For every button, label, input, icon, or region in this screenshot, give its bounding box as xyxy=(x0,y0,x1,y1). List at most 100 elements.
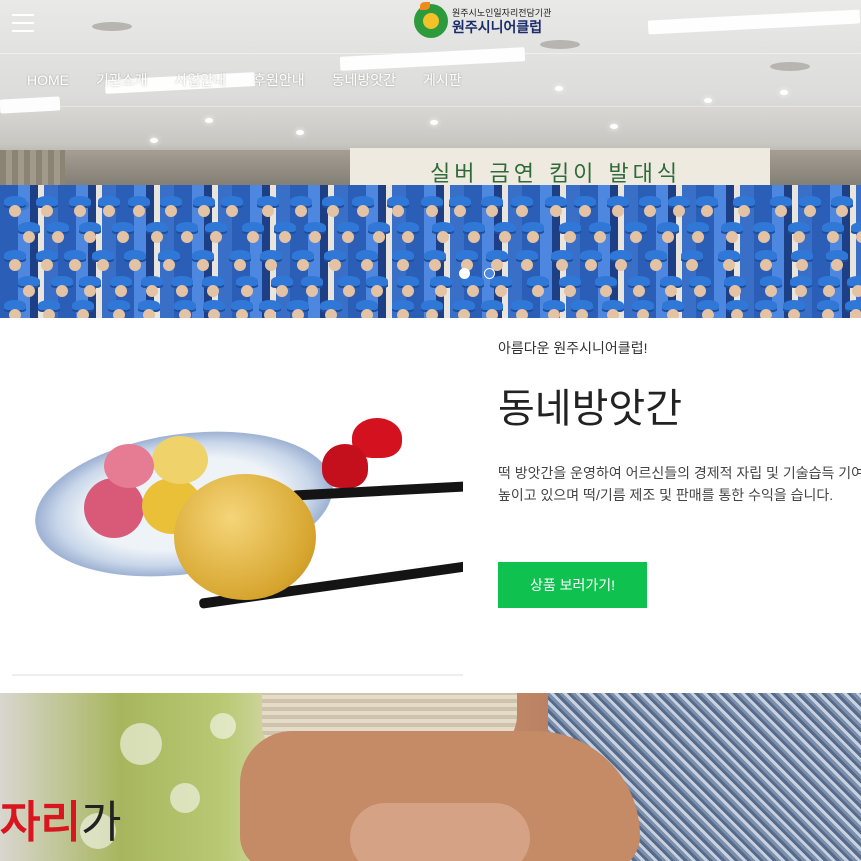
face xyxy=(729,285,741,297)
face xyxy=(600,285,612,297)
face xyxy=(594,231,606,243)
face xyxy=(52,231,64,243)
nav-item-mill[interactable]: 동네방앗간 xyxy=(332,68,396,92)
nav-item-board[interactable]: 게시판 xyxy=(423,68,462,92)
nav-item-programs[interactable]: 사업안내 xyxy=(175,68,227,92)
face xyxy=(516,205,528,217)
face xyxy=(176,285,188,297)
face xyxy=(467,285,479,297)
slider-dot-1[interactable] xyxy=(459,268,470,279)
bottom-tagline: 자리가 xyxy=(0,786,121,850)
face xyxy=(795,285,807,297)
face xyxy=(371,285,383,297)
face xyxy=(607,309,619,318)
ceiling-vent xyxy=(770,62,810,71)
ceiling-light xyxy=(430,120,438,125)
face xyxy=(585,259,597,271)
face xyxy=(129,259,141,271)
face xyxy=(644,205,656,217)
face xyxy=(342,231,354,243)
face xyxy=(197,259,209,271)
face xyxy=(84,285,96,297)
face xyxy=(633,285,645,297)
logo-title: 원주시니어클럽 xyxy=(452,18,543,35)
header-divider xyxy=(0,53,861,54)
face xyxy=(181,231,193,243)
ceiling-light xyxy=(150,138,158,143)
slider-dots xyxy=(459,268,495,279)
face xyxy=(77,309,89,318)
face xyxy=(276,285,288,297)
face xyxy=(236,309,248,318)
nav-item-home[interactable]: HOME xyxy=(27,68,69,92)
face xyxy=(738,205,750,217)
ceiling-light xyxy=(647,9,861,35)
tagline-highlight: 자리 xyxy=(0,798,81,847)
face xyxy=(361,259,373,271)
face xyxy=(612,205,624,217)
face xyxy=(758,231,770,243)
face xyxy=(397,259,409,271)
face xyxy=(343,285,355,297)
event-banner-text: 실버 금연 킴이 발대식 xyxy=(430,162,682,187)
face xyxy=(208,309,220,318)
face xyxy=(637,309,649,318)
face xyxy=(723,259,735,271)
face xyxy=(468,231,480,243)
face xyxy=(823,285,835,297)
face xyxy=(329,259,341,271)
face xyxy=(103,205,115,217)
site-logo[interactable]: 원주시노인일자리전담기관 원주시니어클럽 xyxy=(414,2,551,38)
ceiling-light xyxy=(555,86,563,91)
face xyxy=(458,309,470,318)
ceiling-light xyxy=(205,118,213,123)
face xyxy=(74,205,86,217)
face xyxy=(775,205,787,217)
face xyxy=(306,285,318,297)
face xyxy=(796,259,808,271)
face xyxy=(831,259,843,271)
face xyxy=(361,309,373,318)
rice-cake-pink xyxy=(104,444,154,488)
view-products-button[interactable]: 상품 보러가기! xyxy=(498,562,647,608)
hands-photo xyxy=(0,693,861,861)
face xyxy=(686,259,698,271)
face xyxy=(179,309,191,318)
face xyxy=(143,309,155,318)
face xyxy=(146,285,158,297)
face xyxy=(43,309,55,318)
face xyxy=(402,231,414,243)
ceiling-light xyxy=(780,90,788,95)
face xyxy=(234,259,246,271)
bokeh xyxy=(170,783,200,813)
hamburger-menu-icon[interactable] xyxy=(12,14,34,32)
face xyxy=(760,259,772,271)
face xyxy=(701,205,713,217)
face xyxy=(69,259,81,271)
face xyxy=(117,231,129,243)
face xyxy=(521,259,533,271)
nav-item-about[interactable]: 기관소개 xyxy=(96,68,148,92)
feature-description: 떡 방앗간을 운영하여 어르신들의 경제적 자립 및 기술습득 기여를 높이고 … xyxy=(498,465,861,503)
face xyxy=(397,309,409,318)
face xyxy=(665,285,677,297)
nav-item-support[interactable]: 후원안내 xyxy=(253,68,305,92)
face xyxy=(292,309,304,318)
face xyxy=(726,231,738,243)
face xyxy=(702,309,714,318)
face xyxy=(630,231,642,243)
face xyxy=(532,285,544,297)
face xyxy=(151,231,163,243)
face xyxy=(804,205,816,217)
slider-dot-2[interactable] xyxy=(484,268,495,279)
face xyxy=(262,205,274,217)
face xyxy=(357,205,369,217)
hero-banner: 실버 금연 킴이 발대식 xyxy=(0,0,861,318)
face xyxy=(426,205,438,217)
face xyxy=(9,309,21,318)
face xyxy=(822,309,834,318)
face xyxy=(309,231,321,243)
ceiling-vent xyxy=(540,40,580,49)
bokeh xyxy=(210,713,236,739)
ceiling-light xyxy=(0,96,61,114)
